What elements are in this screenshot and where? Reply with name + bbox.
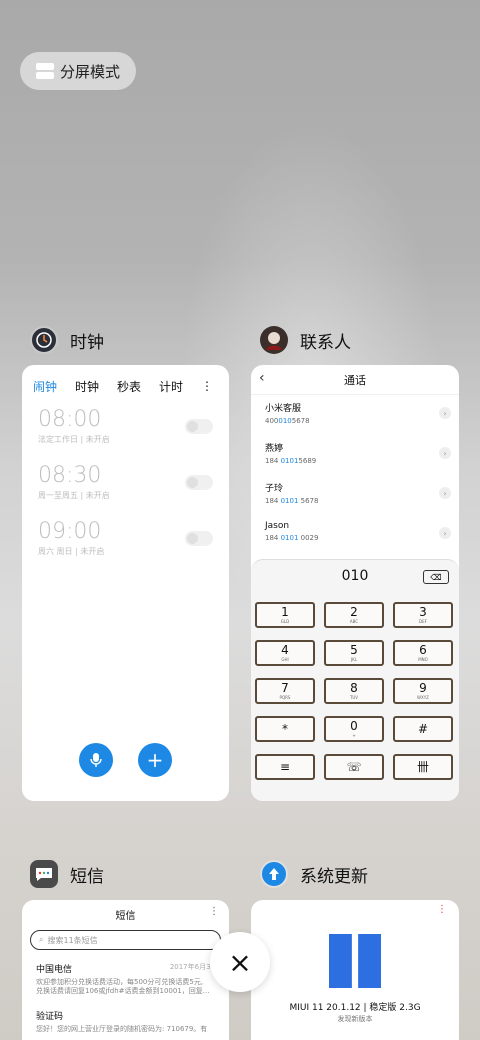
plus-icon: + [146, 748, 164, 772]
menu-icon[interactable]: ≡ [255, 754, 315, 780]
chevron-right-icon[interactable]: › [439, 527, 451, 539]
alarm-repeat: 周一至周五 | 未开启 [38, 491, 110, 500]
contact-row[interactable]: 燕婷 184 01015689 › [251, 435, 459, 475]
contact-number: 184 0101 0029 [265, 534, 319, 542]
close-icon: × [228, 945, 252, 979]
backspace-icon[interactable]: ⌫ [423, 570, 449, 584]
update-app-name: 系统更新 [300, 866, 368, 887]
hide-dialpad-icon[interactable]: 卌 [393, 754, 453, 780]
dial-key[interactable]: 6 MNO [393, 640, 453, 666]
chevron-right-icon[interactable]: › [439, 487, 451, 499]
clock-app-card[interactable]: 闹钟 时钟 秒表 计时 ⋮ 08:00 法定工作日 | 未开启 08:30 周一… [22, 365, 229, 801]
contact-row[interactable]: 小米客服 4000105678 › [251, 395, 459, 435]
contact-row[interactable]: Jason 184 0101 0029 › [251, 515, 459, 555]
clock-app-name: 时钟 [70, 332, 104, 353]
dial-key[interactable]: 9 WXYZ [393, 678, 453, 704]
miui-11-logo [329, 934, 381, 988]
alarm-repeat: 周六 周日 | 未开启 [38, 547, 105, 556]
search-placeholder: 搜索11条短信 [47, 935, 98, 945]
dialpad: 010 ⌫ 1 GLD 2 ABC 3 DEF 4 GHI 5 JKL 6 MNO 7 PQR… [251, 559, 459, 801]
sms-thread[interactable]: 验证码 您好！您的网上营业厅登录的随机密码为: 710679。有 [22, 997, 229, 1034]
dial-keys: 1 GLD 2 ABC 3 DEF 4 GHI 5 JKL 6 MNO 7 PQRS 8 TUV… [255, 602, 455, 780]
sms-header: 短信 ⋮ [22, 900, 229, 928]
page-title: 通话 [344, 373, 366, 387]
chevron-right-icon[interactable]: › [439, 407, 451, 419]
dial-key[interactable]: 0 + [324, 716, 384, 742]
tab-alarm[interactable]: 闹钟 [33, 378, 57, 395]
split-screen-label: 分屏模式 [60, 62, 121, 81]
update-app-icon [260, 860, 288, 888]
dial-key[interactable]: 4 GHI [255, 640, 315, 666]
sms-preview: 欢迎参加积分兑换话费活动，每500分可兑换话费5元, [36, 978, 204, 986]
sms-sender: 验证码 [36, 1011, 64, 1022]
dial-key[interactable]: * [255, 716, 315, 742]
clock-tabs: 闹钟 时钟 秒表 计时 ⋮ [22, 365, 229, 397]
dial-key[interactable]: # [393, 716, 453, 742]
search-icon: ⌕ [39, 935, 44, 944]
dial-key[interactable]: 1 GLD [255, 602, 315, 628]
tab-timer[interactable]: 计时 [159, 378, 183, 395]
dial-key[interactable]: 8 TUV [324, 678, 384, 704]
sms-thread[interactable]: 中国电信 2017年6月30 欢迎参加积分兑换话费活动，每500分可兑换话费5元… [22, 950, 229, 997]
split-screen-icon [36, 63, 54, 79]
sms-search-input[interactable]: ⌕ 搜索11条短信 [30, 930, 221, 950]
sms-preview: 您好！您的网上营业厅登录的随机密码为: 710679。有 [36, 1024, 208, 1033]
alarm-item[interactable]: 09:00 周六 周日 | 未开启 [38, 519, 229, 575]
alarm-item[interactable]: 08:00 法定工作日 | 未开启 [38, 407, 229, 463]
dial-key[interactable]: 7 PQRS [255, 678, 315, 704]
contacts-app-card[interactable]: ‹ 通话 小米客服 4000105678 › 燕婷 184 01015689 ›… [251, 365, 459, 801]
dial-key[interactable]: 2 ABC [324, 602, 384, 628]
alarm-toggle[interactable] [185, 475, 213, 490]
update-version: MIUI 11 20.1.12 | 稳定版 2.3G [289, 1003, 421, 1013]
tab-clock[interactable]: 时钟 [75, 378, 99, 395]
voice-button[interactable] [79, 743, 113, 777]
update-app-header[interactable]: 系统更新 [260, 860, 368, 888]
contacts-header: ‹ 通话 [251, 365, 459, 395]
contacts-app-header[interactable]: 联系人 [260, 326, 351, 354]
tab-stopwatch[interactable]: 秒表 [117, 378, 141, 395]
contact-number: 184 01015689 [265, 457, 317, 465]
clear-all-button[interactable]: × [210, 932, 270, 992]
sms-app-name: 短信 [70, 866, 104, 887]
call-icon[interactable]: ☏ [324, 754, 384, 780]
contact-name: 燕婷 [265, 444, 284, 454]
mic-icon [90, 753, 102, 767]
alarm-item[interactable]: 08:30 周一至周五 | 未开启 [38, 463, 229, 519]
contact-number: 184 0101 5678 [265, 497, 319, 505]
more-icon[interactable]: ⋮ [209, 906, 219, 917]
contact-number: 4000105678 [265, 417, 310, 425]
split-screen-button[interactable]: 分屏模式 [20, 52, 136, 90]
clock-app-icon [30, 326, 58, 354]
back-icon[interactable]: ‹ [259, 370, 265, 386]
sms-date: 2017年6月30 [169, 963, 215, 971]
sms-preview: 兑换话费请回复106或jfdh#话费金额到10001，回复... [36, 987, 210, 996]
update-app-card[interactable]: ⋮ MIUI 11 20.1.12 | 稳定版 2.3G 发现新版本 [251, 900, 459, 1040]
contact-name: 小米客服 [265, 404, 302, 414]
page-title: 短信 [115, 910, 136, 922]
contact-name: 子玲 [265, 484, 284, 494]
contacts-app-icon [260, 326, 288, 354]
contact-name: Jason [265, 521, 290, 531]
add-alarm-button[interactable]: + [138, 743, 172, 777]
alarm-toggle[interactable] [185, 531, 213, 546]
alarm-repeat: 法定工作日 | 未开启 [38, 435, 110, 444]
sms-app-card[interactable]: 短信 ⋮ ⌕ 搜索11条短信 中国电信 2017年6月30 欢迎参加积分兑换话费… [22, 900, 229, 1040]
more-icon[interactable]: ⋮ [437, 904, 447, 915]
alarm-toggle[interactable] [185, 419, 213, 434]
contacts-app-name: 联系人 [300, 332, 351, 353]
clock-app-header[interactable]: 时钟 [30, 326, 104, 354]
more-icon[interactable]: ⋮ [201, 379, 213, 393]
dial-key[interactable]: 5 JKL [324, 640, 384, 666]
chevron-right-icon[interactable]: › [439, 447, 451, 459]
update-subtitle: 发现新版本 [337, 1015, 373, 1023]
message-app-icon [30, 860, 58, 888]
contact-row[interactable]: 子玲 184 0101 5678 › [251, 475, 459, 515]
sms-app-header[interactable]: 短信 [30, 860, 104, 888]
dial-key[interactable]: 3 DEF [393, 602, 453, 628]
